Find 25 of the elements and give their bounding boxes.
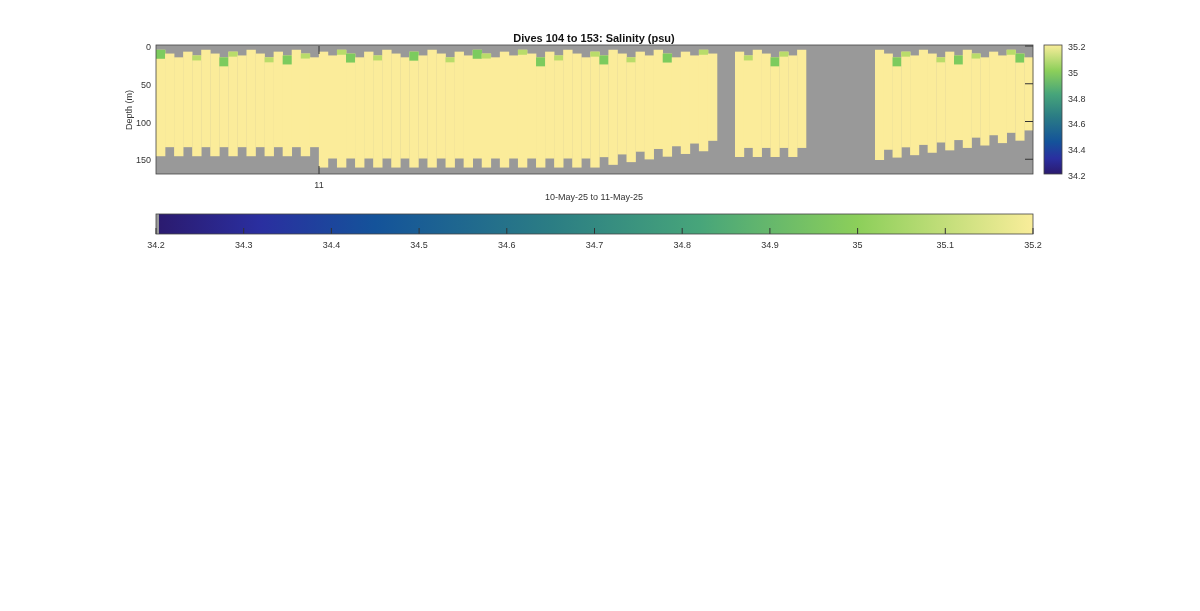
colorbar-tick-label: 35 xyxy=(852,240,863,250)
colorbar-tick-label: 34.4 xyxy=(1068,145,1086,156)
colorbar-tick-label: 34.8 xyxy=(1068,93,1086,104)
colorbar-tick-label: 35 xyxy=(1068,67,1078,78)
colorbar-tick-label: 34.4 xyxy=(322,240,341,250)
depth-tick-label: 100 xyxy=(135,117,151,128)
colorbar-tick-label: 34.2 xyxy=(1068,171,1086,181)
colorbar-tick-label: 34.6 xyxy=(1068,119,1086,130)
x-axis-label: 10-May-25 to 11-May-25 xyxy=(545,192,643,202)
colorbar-tick-label: 35.1 xyxy=(936,240,955,250)
depth-tick-label: 50 xyxy=(141,79,151,90)
colorbar-tick-label: 34.8 xyxy=(673,240,691,250)
colorbar-tick-label: 35.2 xyxy=(1068,42,1086,52)
colorbar-tick-label: 35.2 xyxy=(1024,240,1042,250)
colorbar-tick-label: 34.3 xyxy=(234,240,253,250)
colorbar-tick-label: 34.7 xyxy=(585,240,604,250)
colorbar-tick-label: 34.5 xyxy=(410,240,428,250)
depth-tick-label: 0 xyxy=(146,42,151,52)
time-tick-label: 11 xyxy=(314,180,324,190)
colorbar-tick-label: 34.2 xyxy=(147,240,165,250)
depth-tick-label: 150 xyxy=(135,155,151,166)
y-axis-label: Depth (m) xyxy=(124,90,134,130)
plot-title: Dives 104 to 153: Salinity (psu) xyxy=(513,32,675,44)
colorbar-tick-label: 34.6 xyxy=(498,240,516,250)
colorbar-tick-label: 34.9 xyxy=(761,240,779,250)
